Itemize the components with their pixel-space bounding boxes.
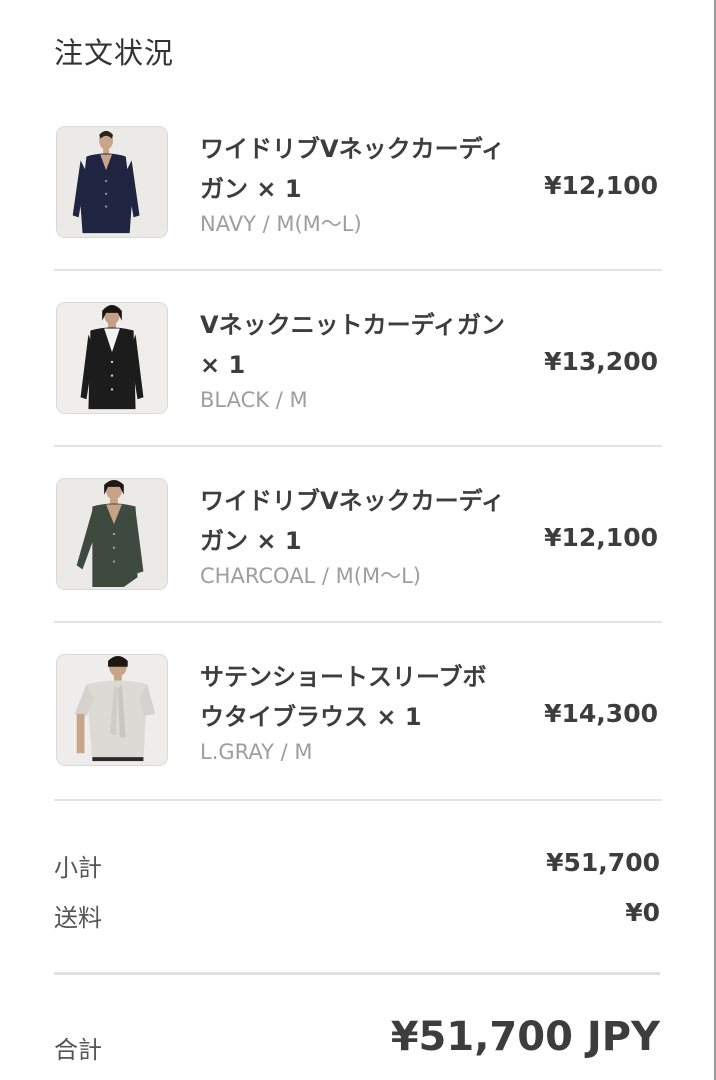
product-variant: L.GRAY / M [200,740,313,764]
product-thumbnail[interactable] [56,302,168,414]
order-item: ワイドリブVネックカーディガン × 1 NAVY / M(M〜L) ¥12,10… [54,126,662,302]
product-thumbnail[interactable] [56,654,168,766]
order-summary-page: 注文状況 ワイドリブVネックカーディガン × 1 NAVY / M(M〜L) ¥… [0,0,716,1080]
total-divider [54,972,660,975]
total-row: 合計 ¥51,700 JPY [54,1014,660,1074]
product-price: ¥12,100 [544,523,658,552]
shipping-label: 送料 [54,904,102,932]
product-variant: NAVY / M(M〜L) [200,212,362,236]
charcoal-cardigan-photo-icon [57,479,167,589]
item-divider [54,269,662,271]
product-name[interactable]: ワイドリブVネックカーディガン × 1 [200,129,510,209]
product-name[interactable]: ワイドリブVネックカーディガン × 1 [200,481,510,561]
item-divider [54,445,662,447]
gray-blouse-photo-icon [57,655,167,765]
shipping-row: 送料 ¥0 [54,898,660,932]
product-variant: CHARCOAL / M(M〜L) [200,564,422,588]
order-item: サテンショートスリーブボウタイブラウス × 1 L.GRAY / M ¥14,3… [54,654,662,830]
subtotal-value: ¥51,700 [546,848,660,877]
product-price: ¥14,300 [544,699,658,728]
product-variant: BLACK / M [200,388,308,412]
product-name[interactable]: Vネックニットカーディガン × 1 [200,305,510,385]
order-item: Vネックニットカーディガン × 1 BLACK / M ¥13,200 [54,302,662,478]
black-cardigan-photo-icon [57,303,167,413]
product-price: ¥13,200 [544,347,658,376]
item-divider [54,799,662,801]
total-value: ¥51,700 JPY [390,1014,660,1060]
page-title: 注文状況 [54,36,175,70]
product-thumbnail[interactable] [56,126,168,238]
product-price: ¥12,100 [544,171,658,200]
total-label: 合計 [54,1036,102,1064]
subtotal-row: 小計 ¥51,700 [54,848,660,882]
order-item: ワイドリブVネックカーディガン × 1 CHARCOAL / M(M〜L) ¥1… [54,478,662,654]
item-divider [54,621,662,623]
shipping-value: ¥0 [625,898,660,927]
product-name[interactable]: サテンショートスリーブボウタイブラウス × 1 [200,657,510,737]
subtotal-label: 小計 [54,854,102,882]
product-thumbnail[interactable] [56,478,168,590]
navy-cardigan-photo-icon [57,127,167,237]
